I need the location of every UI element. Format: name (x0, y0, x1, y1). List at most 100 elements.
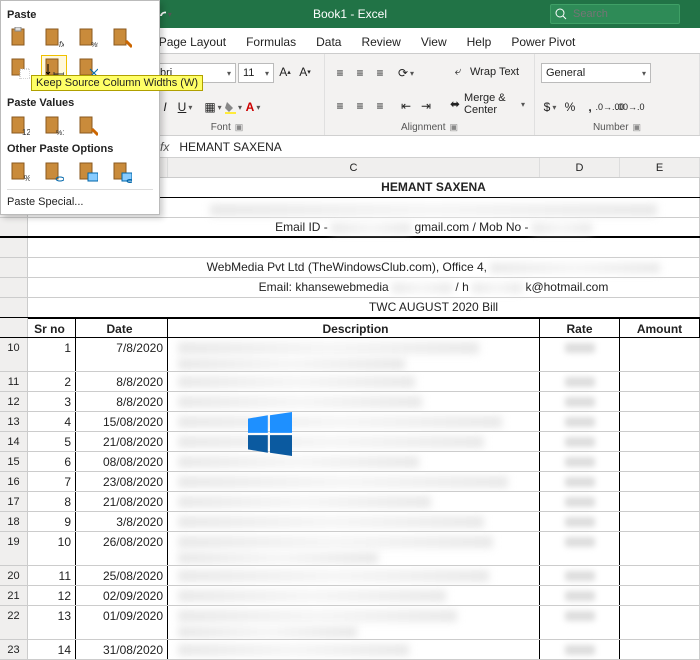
cell[interactable] (168, 238, 700, 257)
number-format-select[interactable]: General (541, 63, 651, 83)
wrap-text-button[interactable]: ⤶Wrap Text (446, 62, 528, 82)
formula-value[interactable]: HEMANT SAXENA (175, 140, 281, 154)
font-color-button[interactable]: A (244, 98, 262, 116)
borders-button[interactable]: ▦ (204, 98, 222, 116)
cell-date[interactable]: 02/09/2020 (76, 586, 168, 605)
cell-amount[interactable] (620, 532, 700, 565)
cell-rate[interactable] (540, 566, 620, 585)
cell-amount[interactable] (620, 432, 700, 451)
merge-center-button[interactable]: ⬌Merge & Center (446, 91, 528, 117)
row-header[interactable]: 16 (0, 472, 28, 491)
tab-review[interactable]: Review (351, 31, 410, 53)
row-header[interactable]: 18 (0, 512, 28, 531)
increase-font-button[interactable]: A▴ (276, 63, 294, 81)
cell-srno[interactable]: 2 (28, 372, 76, 391)
cell-description[interactable] (168, 586, 540, 605)
row-header[interactable]: 10 (0, 338, 28, 371)
cell-srno[interactable]: 3 (28, 392, 76, 411)
cell-date[interactable]: 25/08/2020 (76, 566, 168, 585)
cell-srno[interactable]: 4 (28, 412, 76, 431)
row-header[interactable]: 21 (0, 586, 28, 605)
hdr-srno[interactable]: Sr no (28, 318, 76, 337)
cell-amount[interactable] (620, 606, 700, 639)
row-header[interactable]: 20 (0, 566, 28, 585)
cell-amount[interactable] (620, 372, 700, 391)
col-header-c[interactable]: C (168, 158, 540, 177)
cell-srno[interactable]: 14 (28, 640, 76, 659)
cell-description[interactable] (168, 492, 540, 511)
hdr-amount[interactable]: Amount (620, 318, 700, 337)
cell-srno[interactable]: 9 (28, 512, 76, 531)
cell-rate[interactable] (540, 586, 620, 605)
row-header[interactable]: 22 (0, 606, 28, 639)
cell-srno[interactable]: 5 (28, 432, 76, 451)
cell-description[interactable] (168, 452, 540, 471)
cell-amount[interactable] (620, 566, 700, 585)
cell-srno[interactable]: 6 (28, 452, 76, 471)
cell-description[interactable] (168, 640, 540, 659)
orientation-button[interactable]: ⟳ (397, 64, 415, 82)
align-bottom-button[interactable]: ≡ (371, 64, 389, 82)
cell-date[interactable]: 8/8/2020 (76, 392, 168, 411)
paste-option-picture[interactable] (75, 159, 101, 185)
cell-description[interactable] (168, 606, 540, 639)
search-box[interactable] (550, 4, 680, 24)
cell-date[interactable]: 8/8/2020 (76, 372, 168, 391)
paste-option-paste[interactable] (7, 25, 33, 51)
cell-srno[interactable]: 7 (28, 472, 76, 491)
row-header[interactable]: 15 (0, 452, 28, 471)
cell-rate[interactable] (540, 412, 620, 431)
cell-date[interactable]: 21/08/2020 (76, 432, 168, 451)
cell-rate[interactable] (540, 372, 620, 391)
cell-address[interactable] (168, 198, 700, 217)
cell-description[interactable] (168, 532, 540, 565)
cell-amount[interactable] (620, 472, 700, 491)
cell-description[interactable] (168, 392, 540, 411)
row-header[interactable] (0, 258, 28, 277)
cell-date[interactable]: 08/08/2020 (76, 452, 168, 471)
row-header[interactable]: 11 (0, 372, 28, 391)
hdr-date[interactable]: Date (76, 318, 168, 337)
cell-description[interactable] (168, 412, 540, 431)
row-header[interactable] (0, 278, 28, 297)
cell-rate[interactable] (540, 392, 620, 411)
cell-amount[interactable] (620, 586, 700, 605)
cell-name[interactable]: HEMANT SAXENA (168, 178, 700, 197)
col-header-e[interactable]: E (620, 158, 700, 177)
decrease-font-button[interactable]: A▾ (296, 63, 314, 81)
align-top-button[interactable]: ≡ (331, 64, 349, 82)
row-header[interactable] (0, 318, 28, 337)
row-header[interactable] (0, 218, 28, 236)
row-header[interactable]: 23 (0, 640, 28, 659)
row-header[interactable]: 14 (0, 432, 28, 451)
cell-srno[interactable]: 1 (28, 338, 76, 371)
percent-button[interactable]: % (561, 98, 579, 116)
row-header[interactable]: 17 (0, 492, 28, 511)
search-input[interactable] (573, 8, 663, 20)
paste-option-formatting[interactable]: % (7, 159, 33, 185)
paste-option-source-formatting[interactable] (109, 25, 135, 51)
row-header[interactable]: 12 (0, 392, 28, 411)
align-center-button[interactable]: ≡ (351, 97, 369, 115)
cell-rate[interactable] (540, 640, 620, 659)
cell-description[interactable] (168, 472, 540, 491)
font-launcher[interactable]: ▣ (235, 122, 244, 133)
font-size-select[interactable]: 11 (238, 63, 274, 83)
tab-view[interactable]: View (411, 31, 457, 53)
tab-page-layout[interactable]: Page Layout (149, 31, 236, 53)
cell-amount[interactable] (620, 412, 700, 431)
cell-description[interactable] (168, 566, 540, 585)
cell-rate[interactable] (540, 512, 620, 531)
row-header[interactable] (0, 238, 28, 257)
decrease-decimal-button[interactable]: .00→.0 (621, 98, 639, 116)
cell-date[interactable]: 01/09/2020 (76, 606, 168, 639)
cell-date[interactable]: 3/8/2020 (76, 512, 168, 531)
underline-button[interactable]: U (176, 98, 194, 116)
tab-formulas[interactable]: Formulas (236, 31, 306, 53)
cell-rate[interactable] (540, 532, 620, 565)
align-left-button[interactable]: ≡ (331, 97, 349, 115)
paste-option-linked-picture[interactable] (109, 159, 135, 185)
cell-rate[interactable] (540, 472, 620, 491)
align-middle-button[interactable]: ≡ (351, 64, 369, 82)
paste-option-formulas-number[interactable]: %fx (75, 25, 101, 51)
